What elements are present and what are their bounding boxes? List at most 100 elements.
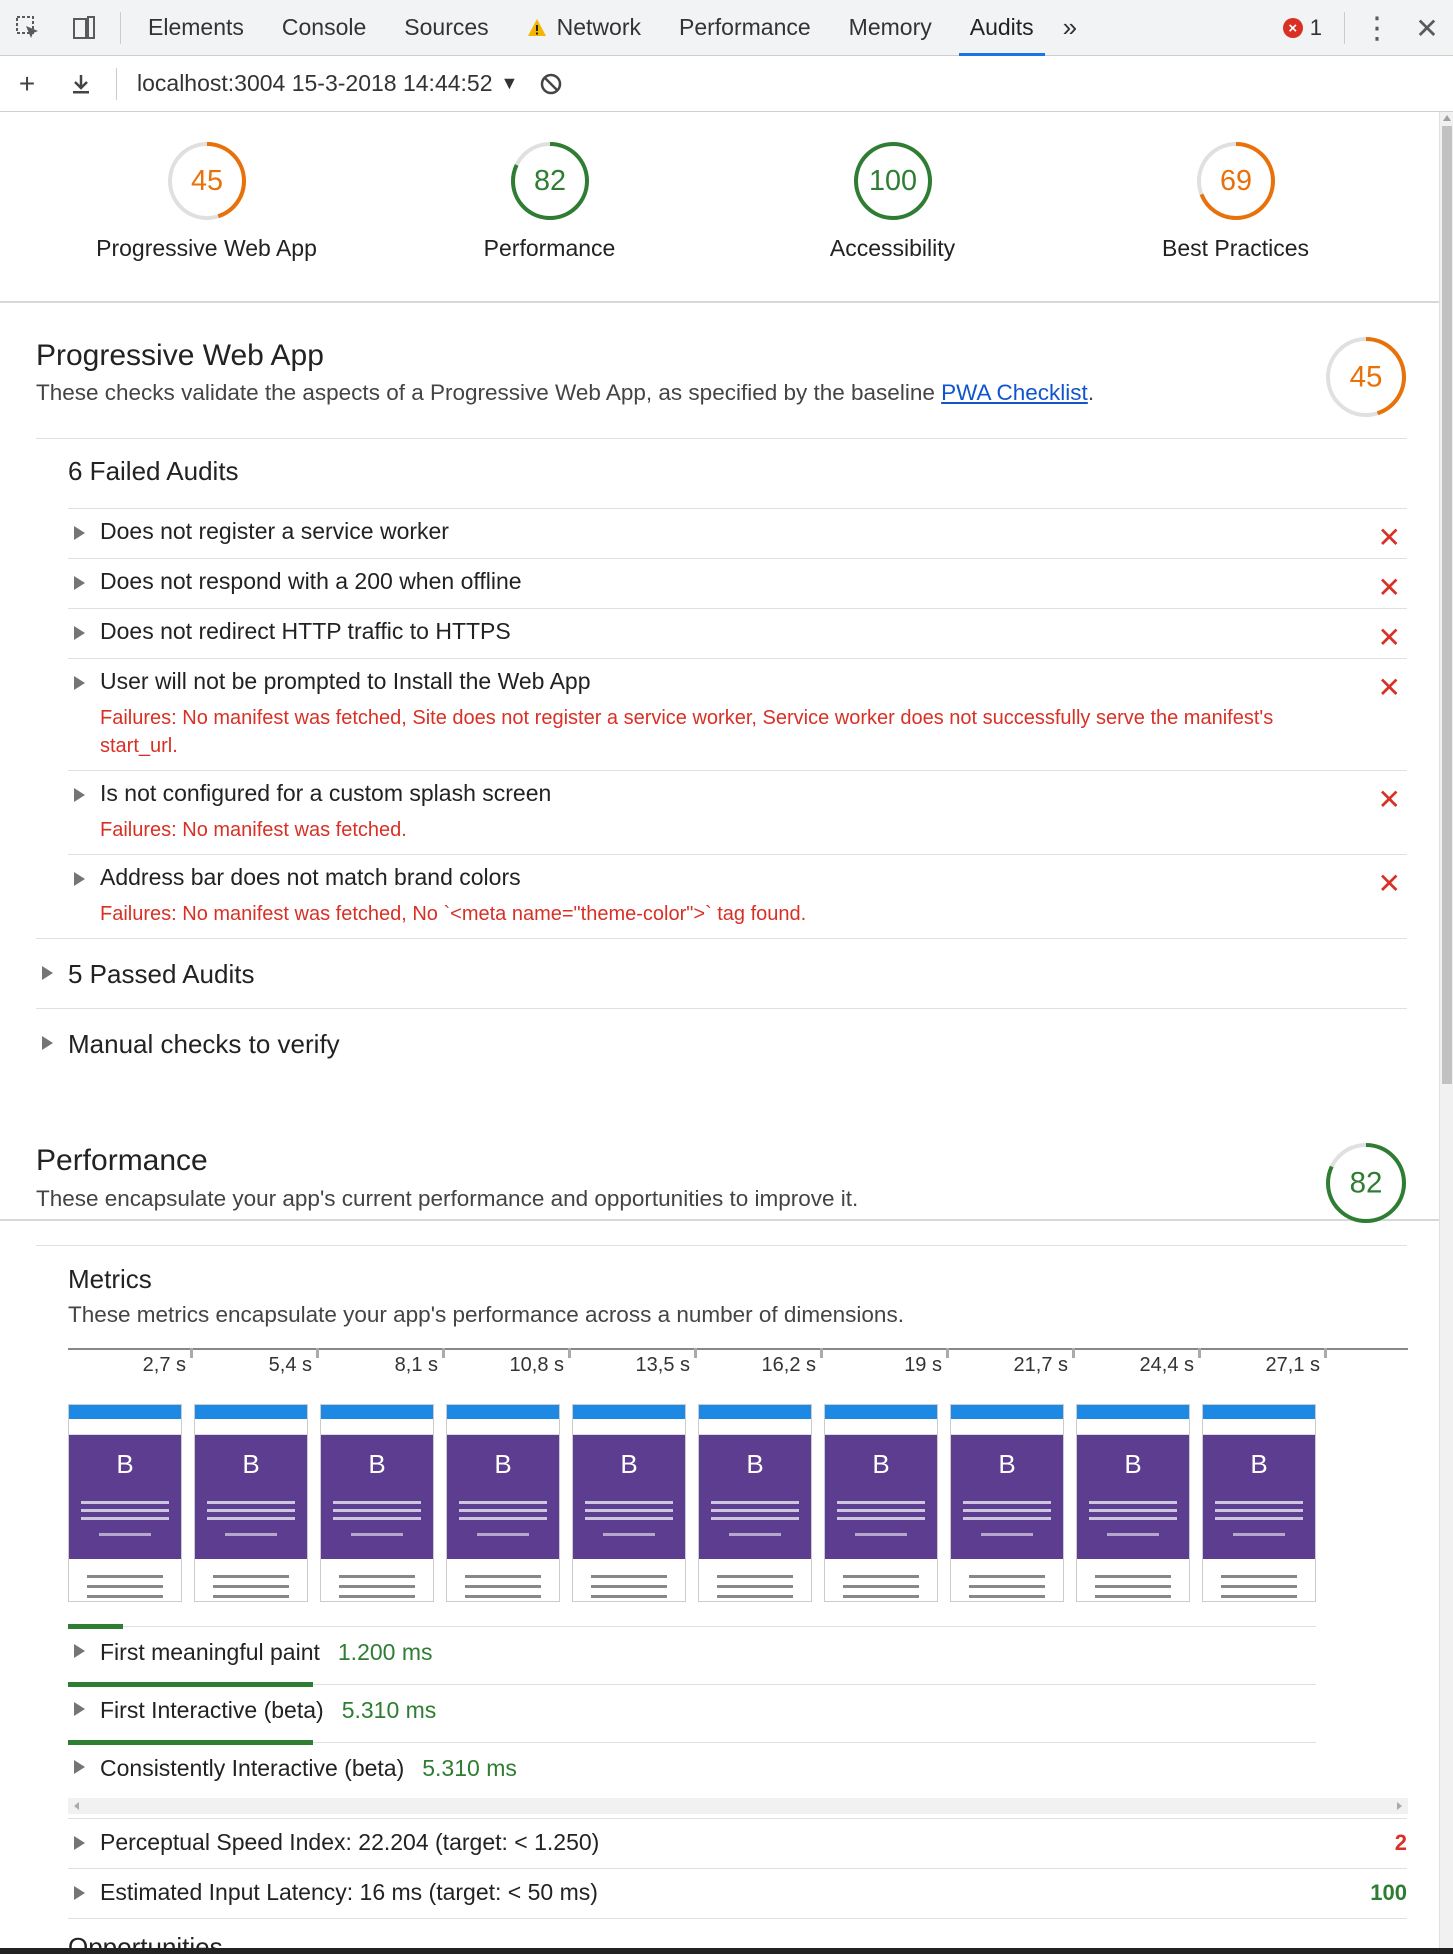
report-content: 45 Progressive Web App 82 Performance 10… <box>0 112 1439 1954</box>
timeline-metric-row[interactable]: First meaningful paint 1.200 ms <box>68 1624 1316 1684</box>
metric-timeline-bar <box>68 1624 123 1629</box>
gauge-label: Best Practices <box>1162 235 1309 261</box>
filmstrip-tick <box>694 1348 697 1358</box>
expand-triangle-icon[interactable] <box>74 1836 85 1850</box>
passed-audits-group[interactable]: 5 Passed Audits <box>36 938 1407 1008</box>
audit-row[interactable]: Does not redirect HTTP traffic to HTTPS … <box>68 608 1407 658</box>
fail-x-icon: ✕ <box>1377 622 1401 653</box>
filmstrip-time-label: 10,8 s <box>509 1354 564 1376</box>
gauge-pwa[interactable]: 45 Progressive Web App <box>35 112 378 262</box>
scored-metric-row[interactable]: Estimated Input Latency: 16 ms (target: … <box>68 1868 1407 1918</box>
tab-label: Memory <box>848 14 932 40</box>
device-toolbar-icon[interactable] <box>56 0 112 56</box>
filmstrip-frame: B <box>950 1404 1064 1602</box>
filmstrip: 2,7 s B 5,4 s B 8,1 s B 10,8 s B 13,5 s B 16,2 s B 1… <box>68 1348 1408 1608</box>
tab-memory[interactable]: Memory <box>830 0 951 56</box>
svg-text:45: 45 <box>1350 361 1383 394</box>
expand-triangle-icon[interactable] <box>74 626 85 640</box>
expand-triangle-icon[interactable] <box>74 1760 85 1774</box>
scored-metric-row[interactable]: Perceptual Speed Index: 22.204 (target: … <box>68 1818 1407 1868</box>
clear-reports-icon[interactable] <box>536 69 566 99</box>
tab-elements[interactable]: Elements <box>129 0 263 56</box>
inspect-element-icon[interactable] <box>0 0 56 56</box>
new-audit-plus-icon[interactable]: + <box>0 56 54 112</box>
filmstrip-time-label: 8,1 s <box>394 1354 438 1376</box>
kebab-menu-icon[interactable]: ⋮ <box>1353 0 1401 56</box>
manual-checks-group[interactable]: Manual checks to verify <box>36 1008 1407 1078</box>
expand-triangle-icon[interactable] <box>74 788 85 802</box>
filmstrip-time-label: 2,7 s <box>142 1354 186 1376</box>
expand-triangle-icon[interactable] <box>74 676 85 690</box>
score-gauge: 45 <box>167 141 247 221</box>
horizontal-scrollbar[interactable] <box>68 1798 1408 1814</box>
scroll-up-arrow-icon[interactable] <box>1443 115 1451 121</box>
failed-audits-heading: 6 Failed Audits <box>68 456 239 486</box>
download-icon[interactable] <box>54 56 108 112</box>
error-counter[interactable]: × 1 <box>1282 15 1322 41</box>
audit-row[interactable]: Address bar does not match brand colors … <box>68 854 1407 938</box>
filmstrip-frame: B <box>68 1404 182 1602</box>
fail-x-icon: ✕ <box>1377 572 1401 603</box>
filmstrip-time-label: 13,5 s <box>635 1354 690 1376</box>
filmstrip-frame: B <box>194 1404 308 1602</box>
filmstrip-axis <box>68 1348 1408 1350</box>
expand-triangle-icon[interactable] <box>74 1886 85 1900</box>
filmstrip-time-label: 24,4 s <box>1139 1354 1194 1376</box>
audit-title: Does not redirect HTTP traffic to HTTPS <box>100 618 511 644</box>
audit-row[interactable]: User will not be prompted to Install the… <box>68 658 1407 770</box>
group-title: 5 Passed Audits <box>68 959 255 989</box>
fail-x-icon: ✕ <box>1377 784 1401 815</box>
metric-title: First meaningful paint 1.200 ms <box>100 1639 433 1665</box>
audit-row[interactable]: Is not configured for a custom splash sc… <box>68 770 1407 854</box>
expand-triangle-icon[interactable] <box>42 1036 53 1050</box>
metric-timeline-bar <box>68 1682 313 1687</box>
warning-icon <box>527 18 546 36</box>
filmstrip-time-label: 19 s <box>904 1354 942 1376</box>
metric-title: Perceptual Speed Index: 22.204 (target: … <box>100 1829 600 1855</box>
expand-triangle-icon[interactable] <box>74 1644 85 1658</box>
tab-sources[interactable]: Sources <box>385 0 507 56</box>
metric-value: 5.310 ms <box>422 1755 517 1781</box>
tab-performance[interactable]: Performance <box>660 0 830 56</box>
score-gauge: 69 <box>1196 141 1276 221</box>
audit-row[interactable]: Does not register a service worker ✕ <box>68 508 1407 558</box>
audit-row[interactable]: Does not respond with a 200 when offline… <box>68 558 1407 608</box>
expand-triangle-icon[interactable] <box>74 872 85 886</box>
timeline-metric-row[interactable]: Consistently Interactive (beta) 5.310 ms <box>68 1740 1316 1800</box>
more-tabs-button[interactable]: » <box>1053 0 1087 56</box>
report-selector[interactable]: localhost:3004 15-3-2018 14:44:52 ▼ <box>125 70 536 97</box>
expand-triangle-icon[interactable] <box>74 1702 85 1716</box>
metric-title: Consistently Interactive (beta) 5.310 ms <box>100 1755 517 1781</box>
tab-network[interactable]: Network <box>508 0 660 56</box>
divider <box>36 438 1407 439</box>
scroll-left-arrow-icon[interactable] <box>74 1802 79 1810</box>
gauge-best-practices[interactable]: 69 Best Practices <box>1064 112 1407 262</box>
vertical-scrollbar[interactable] <box>1439 112 1453 1954</box>
expand-triangle-icon[interactable] <box>42 966 53 980</box>
svg-text:82: 82 <box>533 165 565 197</box>
filmstrip-tick <box>442 1348 445 1358</box>
tab-console[interactable]: Console <box>263 0 385 56</box>
tab-audits[interactable]: Audits <box>951 0 1053 56</box>
scroll-right-arrow-icon[interactable] <box>1397 1802 1402 1810</box>
gauge-accessibility[interactable]: 100 Accessibility <box>721 112 1064 262</box>
timeline-metric-row[interactable]: First Interactive (beta) 5.310 ms <box>68 1682 1316 1742</box>
gauge-performance[interactable]: 82 Performance <box>378 112 721 262</box>
audits-report-bar: + localhost:3004 15-3-2018 14:44:52 ▼ <box>0 56 1453 112</box>
tab-label: Network <box>556 14 641 40</box>
metrics-heading: Metrics <box>68 1264 152 1294</box>
group-title: Manual checks to verify <box>68 1029 340 1059</box>
filmstrip-tick <box>190 1348 193 1358</box>
filmstrip-frame: B <box>1202 1404 1316 1602</box>
fail-x-icon: ✕ <box>1377 522 1401 553</box>
tab-label: Console <box>281 14 367 40</box>
expand-triangle-icon[interactable] <box>74 526 85 540</box>
close-icon[interactable]: ✕ <box>1401 0 1453 56</box>
expand-triangle-icon[interactable] <box>74 576 85 590</box>
window-bottom-edge <box>0 1948 1453 1954</box>
scrollbar-thumb[interactable] <box>1442 126 1452 1084</box>
toolbar-divider <box>116 67 117 100</box>
divider <box>36 1245 1407 1246</box>
pwa-checklist-link[interactable]: PWA Checklist <box>941 380 1088 405</box>
filmstrip-tick <box>820 1348 823 1358</box>
